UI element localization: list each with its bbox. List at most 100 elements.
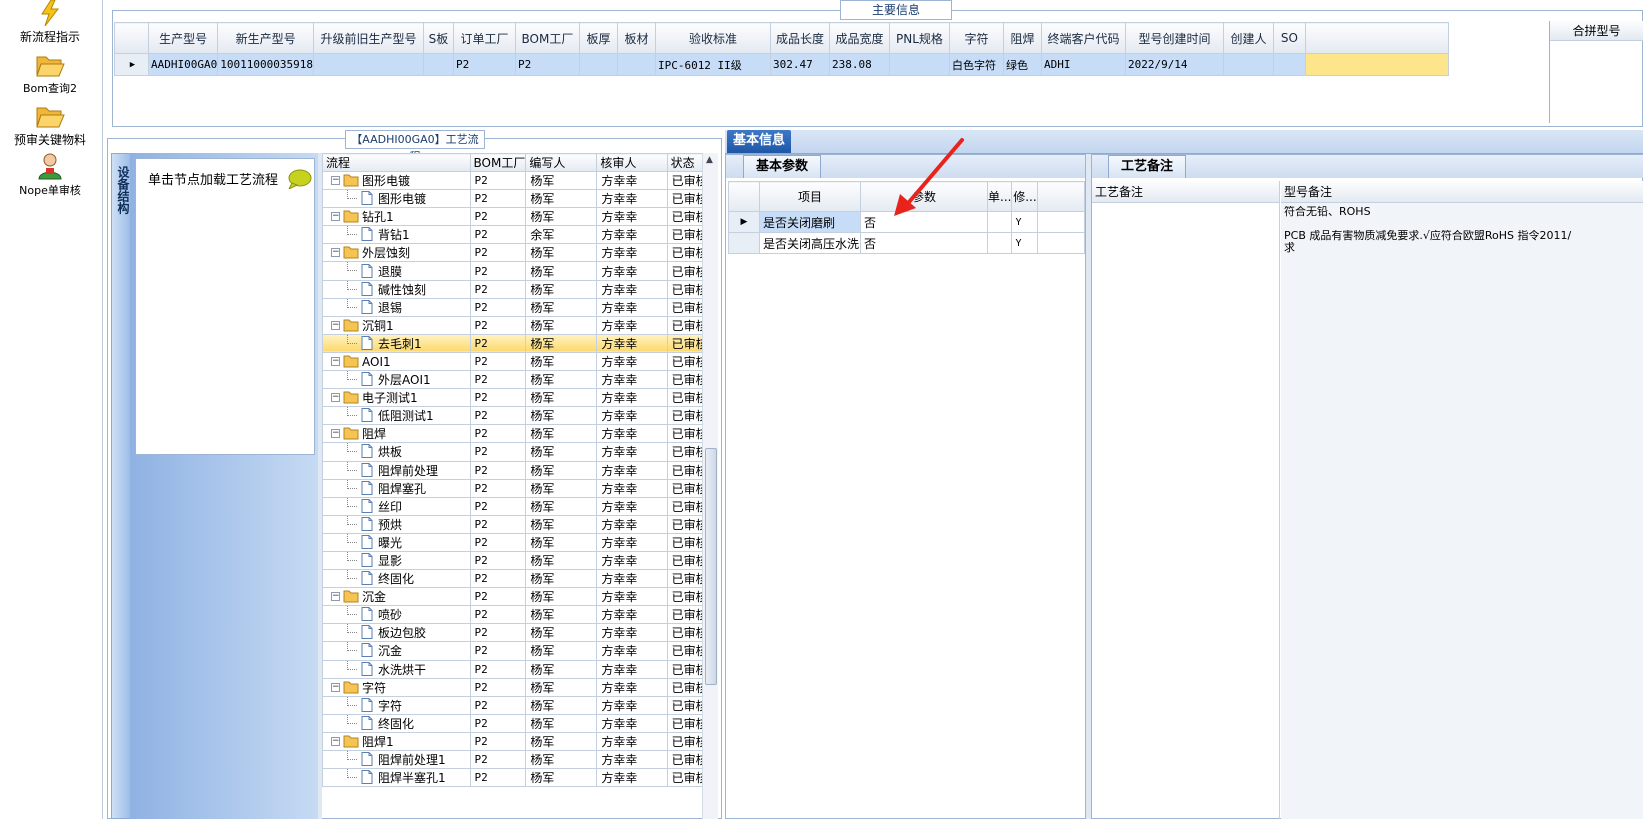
side-tab-equipment[interactable]: 设备结构	[111, 153, 131, 819]
tree-row[interactable]: 显影 P2 杨军 方幸幸 已审核	[322, 550, 718, 571]
tree-node-cell[interactable]: 预烘	[322, 514, 471, 534]
column-header[interactable]: 板厚	[578, 22, 618, 54]
tree-node-cell[interactable]: 字符	[322, 695, 471, 715]
table-cell[interactable]: 10011000035918	[217, 53, 314, 76]
tree-reviewer-cell[interactable]: 方幸幸	[596, 768, 668, 788]
tree-bom-cell[interactable]: P2	[469, 189, 527, 209]
tree-writer-cell[interactable]: 杨军	[525, 351, 598, 372]
column-header[interactable]: 字符	[948, 22, 1004, 54]
tree-row[interactable]: 板边包胶 P2 杨军 方幸幸 已审核	[322, 623, 718, 643]
tree-writer-cell[interactable]: 杨军	[525, 333, 598, 353]
scroll-thumb[interactable]	[705, 448, 717, 685]
tree-reviewer-cell[interactable]: 方幸幸	[596, 496, 668, 516]
tree-reviewer-cell[interactable]: 方幸幸	[596, 315, 668, 335]
column-header[interactable]: 成品长度	[769, 22, 830, 54]
tree-row[interactable]: 去毛刺1 P2 杨军 方幸幸 已审核	[322, 333, 718, 353]
column-header[interactable]: 项目	[759, 181, 861, 212]
tree-writer-cell[interactable]: 杨军	[525, 768, 598, 788]
param-value[interactable]: 否	[860, 232, 988, 254]
tree-row[interactable]: 曝光 P2 杨军 方幸幸 已审核	[322, 532, 718, 552]
table-cell[interactable]: AADHI00GA0	[147, 53, 219, 76]
tree-writer-cell[interactable]: 杨军	[525, 207, 598, 227]
collapse-icon[interactable]: −	[331, 320, 340, 330]
table-row[interactable]: ▶ AADHI00GA0 10011000035918 P2 P2 IPC-60…	[114, 53, 1449, 76]
tree-node-cell[interactable]: 阻焊前处理	[322, 460, 471, 480]
table-cell[interactable]: 302.47	[769, 53, 830, 76]
tree-reviewer-cell[interactable]: 方幸幸	[596, 641, 668, 661]
tree-bom-cell[interactable]: P2	[469, 170, 527, 191]
tree-reviewer-cell[interactable]: 方幸幸	[596, 370, 668, 390]
tree-node-cell[interactable]: − 沉金	[322, 587, 471, 607]
tree-reviewer-cell[interactable]: 方幸幸	[596, 514, 668, 534]
tree-node-cell[interactable]: 烘板	[322, 442, 471, 462]
tree-bom-cell[interactable]: P2	[469, 478, 527, 498]
collapse-icon[interactable]: −	[331, 393, 340, 403]
tree-row[interactable]: − 字符 P2 杨军 方幸幸 已审核	[322, 677, 718, 697]
launcher-item-nope-review[interactable]: Nope单审核	[0, 152, 100, 198]
tree-reviewer-cell[interactable]: 方幸幸	[596, 279, 668, 299]
process-notes-header[interactable]: 工艺备注	[1092, 181, 1279, 203]
tree-node-cell[interactable]: 背钻1	[322, 225, 471, 245]
tree-row[interactable]: − AOI1 P2 杨军 方幸幸 已审核	[322, 351, 718, 372]
tree-writer-cell[interactable]: 杨军	[525, 189, 598, 209]
tree-row[interactable]: 退锡 P2 杨军 方幸幸 已审核	[322, 297, 718, 317]
tree-reviewer-cell[interactable]: 方幸幸	[596, 713, 668, 733]
tree-writer-cell[interactable]: 杨军	[525, 279, 598, 299]
tab-process-notes[interactable]: 工艺备注	[1108, 155, 1186, 178]
tree-writer-cell[interactable]: 杨军	[525, 406, 598, 426]
model-notes-body[interactable]: 符合无铅、ROHS PCB 成品有害物质减免要求.√应符合欧盟RoHS 指令20…	[1281, 203, 1643, 819]
param-mod[interactable]: Y	[1011, 211, 1039, 233]
collapse-icon[interactable]: −	[331, 176, 340, 185]
tree-node-cell[interactable]: 丝印	[322, 496, 471, 516]
column-header[interactable]: 编写人	[525, 153, 598, 172]
tree-writer-cell[interactable]: 杨军	[525, 478, 598, 498]
tree-bom-cell[interactable]: P2	[469, 550, 527, 571]
collapse-icon[interactable]: −	[331, 212, 340, 222]
tree-row[interactable]: 预烘 P2 杨军 方幸幸 已审核	[322, 514, 718, 534]
column-header[interactable]: 新生产型号	[217, 22, 314, 54]
launcher-item-key-material[interactable]: 预审关键物料	[0, 103, 100, 148]
collapse-icon[interactable]: −	[331, 248, 340, 258]
tree-bom-cell[interactable]: P2	[469, 496, 527, 516]
tree-bom-cell[interactable]: P2	[469, 442, 527, 462]
tree-node-cell[interactable]: − AOI1	[322, 351, 471, 372]
tree-reviewer-cell[interactable]: 方幸幸	[596, 424, 668, 444]
tree-writer-cell[interactable]: 杨军	[525, 695, 598, 715]
launcher-item-new-flow[interactable]: 新流程指示	[0, 0, 100, 45]
tree-node-cell[interactable]: 沉金	[322, 641, 471, 661]
tree-node-cell[interactable]: 水洗烘干	[322, 659, 471, 679]
tree-writer-cell[interactable]: 余军	[525, 225, 598, 245]
tree-reviewer-cell[interactable]: 方幸幸	[596, 659, 668, 679]
tree-bom-cell[interactable]: P2	[469, 460, 527, 480]
tree-node-cell[interactable]: − 阻焊	[322, 424, 471, 444]
tree-row[interactable]: 终固化 P2 杨军 方幸幸 已审核	[322, 569, 718, 589]
collapse-icon[interactable]: −	[331, 592, 340, 602]
param-mod[interactable]: Y	[1011, 232, 1039, 254]
tree-row[interactable]: 碱性蚀刻 P2 杨军 方幸幸 已审核	[322, 279, 718, 299]
table-cell[interactable]: 绿色	[1002, 53, 1042, 76]
table-cell[interactable]: 白色字符	[948, 53, 1004, 76]
column-header[interactable]: 升级前旧生产型号	[312, 22, 424, 54]
tree-writer-cell[interactable]: 杨军	[525, 261, 598, 281]
table-cell[interactable]	[1222, 53, 1274, 76]
tree-scrollbar[interactable]: ▲	[702, 153, 718, 819]
column-header[interactable]: 板材	[616, 22, 656, 54]
tree-row[interactable]: − 外层蚀刻 P2 杨军 方幸幸 已审核	[322, 243, 718, 263]
tree-node-cell[interactable]: 退锡	[322, 297, 471, 317]
tree-writer-cell[interactable]: 杨军	[525, 532, 598, 552]
column-header[interactable]: 验收标准	[654, 22, 771, 54]
table-cell[interactable]	[888, 53, 950, 76]
tree-bom-cell[interactable]: P2	[469, 749, 527, 770]
column-header[interactable]: 核审人	[596, 153, 668, 172]
table-cell[interactable]: P2	[514, 53, 580, 76]
tree-row[interactable]: 阻焊前处理 P2 杨军 方幸幸 已审核	[322, 460, 718, 480]
param-unit[interactable]	[986, 211, 1013, 233]
tree-reviewer-cell[interactable]: 方幸幸	[596, 406, 668, 426]
tree-row[interactable]: 丝印 P2 杨军 方幸幸 已审核	[322, 496, 718, 516]
tree-writer-cell[interactable]: 杨军	[525, 749, 598, 770]
tree-bom-cell[interactable]: P2	[469, 659, 527, 679]
tree-bom-cell[interactable]: P2	[469, 514, 527, 534]
tree-row[interactable]: 沉金 P2 杨军 方幸幸 已审核	[322, 641, 718, 661]
tree-reviewer-cell[interactable]: 方幸幸	[596, 605, 668, 625]
tree-reviewer-cell[interactable]: 方幸幸	[596, 623, 668, 643]
